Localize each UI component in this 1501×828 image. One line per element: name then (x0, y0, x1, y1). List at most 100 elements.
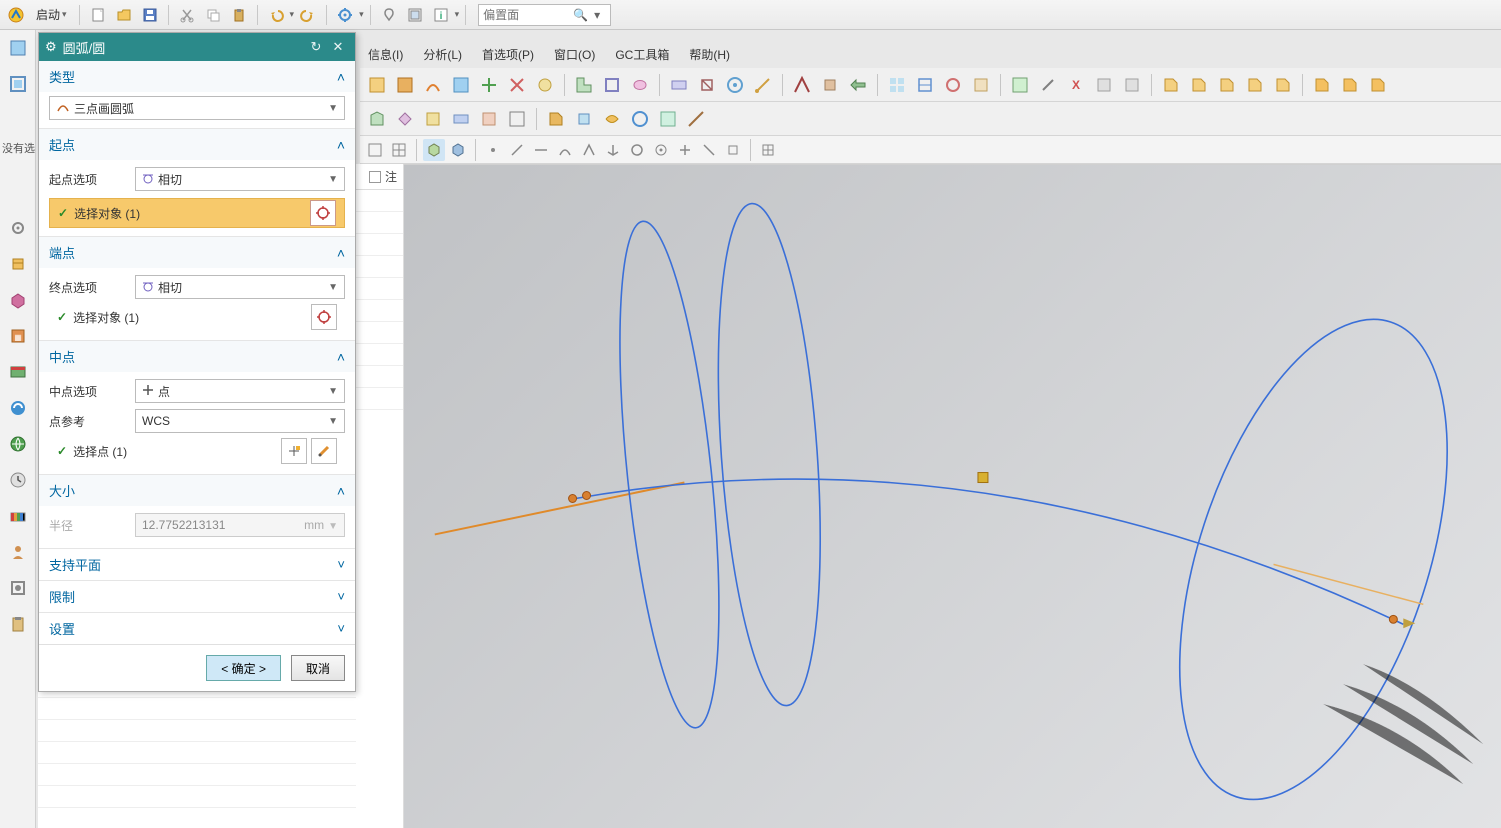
start-option-select[interactable]: 相切 ▼ (135, 167, 345, 191)
ribbon-icon[interactable] (1214, 72, 1240, 98)
ribbon-icon[interactable] (694, 72, 720, 98)
ribbon-icon[interactable]: X (1063, 72, 1089, 98)
open-file-icon[interactable] (112, 3, 136, 27)
section-settings[interactable]: 设置˅ (39, 612, 355, 644)
snap-icon[interactable] (722, 139, 744, 161)
search-icon[interactable]: 🔍 (573, 8, 588, 22)
redo-icon[interactable] (296, 3, 320, 27)
undo-icon[interactable] (264, 3, 288, 27)
resource-icon[interactable] (4, 34, 32, 62)
undo-dropdown[interactable]: ▾ (290, 9, 295, 20)
section-start-header[interactable]: 起点˄ (39, 128, 355, 160)
tool-options-icon[interactable] (333, 3, 357, 27)
ribbon-icon[interactable] (1365, 72, 1391, 98)
ribbon-icon[interactable] (940, 72, 966, 98)
table-row[interactable] (356, 366, 403, 388)
snap-icon[interactable] (674, 139, 696, 161)
end-option-select[interactable]: 相切 ▼ (135, 275, 345, 299)
ribbon-icon[interactable] (1270, 72, 1296, 98)
ribbon-icon[interactable] (420, 72, 446, 98)
table-row[interactable] (38, 786, 397, 808)
menu-window[interactable]: 窗口(O) (546, 44, 603, 65)
ribbon-icon[interactable] (476, 72, 502, 98)
snap-icon[interactable] (650, 139, 672, 161)
ribbon-icon[interactable] (476, 106, 502, 132)
table-row[interactable] (356, 388, 403, 410)
start-select-object-row[interactable]: ✓ 选择对象 (1) (49, 198, 345, 228)
info-panel-icon[interactable]: i (429, 3, 453, 27)
point-constructor-button[interactable] (281, 438, 307, 464)
hd3d-icon[interactable] (4, 394, 32, 422)
menu-preferences[interactable]: 首选项(P) (474, 44, 542, 65)
mid-ref-select[interactable]: WCS ▼ (135, 409, 345, 433)
section-type-header[interactable]: 类型˄ (39, 61, 355, 92)
view-icon[interactable] (388, 139, 410, 161)
tool-options-dropdown[interactable]: ▾ (359, 9, 364, 20)
ribbon-icon[interactable] (1119, 72, 1145, 98)
table-row[interactable] (38, 764, 397, 786)
grid-icon[interactable] (757, 139, 779, 161)
shaded-icon[interactable] (423, 139, 445, 161)
roles-icon[interactable] (4, 538, 32, 566)
section-end-header[interactable]: 端点˄ (39, 236, 355, 268)
section-size-header[interactable]: 大小˄ (39, 474, 355, 506)
table-row[interactable] (356, 234, 403, 256)
ribbon-icon[interactable] (532, 72, 558, 98)
type-select[interactable]: 三点画圆弧 ▼ (49, 96, 345, 120)
command-search[interactable]: 🔍 ▾ (478, 4, 611, 26)
ribbon-icon[interactable] (571, 72, 597, 98)
cancel-button[interactable]: 取消 (291, 655, 345, 681)
window-layout-icon[interactable] (403, 3, 427, 27)
ribbon-icon[interactable] (392, 106, 418, 132)
table-row[interactable] (356, 190, 403, 212)
ribbon-icon[interactable] (655, 106, 681, 132)
clipboard-icon[interactable] (4, 610, 32, 638)
end-select-object-row[interactable]: ✓ 选择对象 (1) (49, 302, 345, 332)
snap-icon[interactable] (530, 139, 552, 161)
constraint-navigator-icon[interactable]: ▦ (4, 322, 32, 350)
menu-analyze[interactable]: 分析(L) (415, 44, 470, 65)
ribbon-icon[interactable] (599, 106, 625, 132)
paste-icon[interactable] (227, 3, 251, 27)
gear-icon[interactable] (4, 214, 32, 242)
save-icon[interactable] (138, 3, 162, 27)
menu-info[interactable]: 信息(I) (360, 44, 411, 65)
table-row[interactable] (38, 720, 397, 742)
ribbon-icon[interactable] (845, 72, 871, 98)
snap-icon[interactable] (698, 139, 720, 161)
ribbon-icon[interactable] (789, 72, 815, 98)
ribbon-icon[interactable] (1186, 72, 1212, 98)
ribbon-icon[interactable] (364, 72, 390, 98)
ribbon-icon[interactable] (968, 72, 994, 98)
ribbon-icon[interactable] (448, 72, 474, 98)
ribbon-icon[interactable] (392, 72, 418, 98)
ribbon-icon[interactable] (1309, 72, 1335, 98)
ribbon-icon[interactable] (504, 72, 530, 98)
table-row[interactable] (356, 322, 403, 344)
info-dropdown[interactable]: ▾ (455, 9, 460, 20)
browser-icon[interactable] (4, 430, 32, 458)
table-row[interactable] (356, 256, 403, 278)
search-dropdown[interactable]: ▾ (588, 8, 606, 22)
copy-icon[interactable] (201, 3, 225, 27)
ribbon-icon[interactable] (448, 106, 474, 132)
ribbon-icon[interactable] (1007, 72, 1033, 98)
menu-help[interactable]: 帮助(H) (681, 44, 738, 65)
ribbon-icon[interactable] (543, 106, 569, 132)
point-dialog-button[interactable] (311, 438, 337, 464)
mid-select-point-row[interactable]: ✓ 选择点 (1) (49, 436, 345, 466)
system-icon[interactable] (4, 574, 32, 602)
ribbon-icon[interactable] (1158, 72, 1184, 98)
snap-icon[interactable] (578, 139, 600, 161)
snap-icon[interactable] (482, 139, 504, 161)
dialog-titlebar[interactable]: ⚙ 圆弧/圆 ↻ ✕ (39, 33, 355, 61)
ribbon-icon[interactable] (571, 106, 597, 132)
section-support-plane[interactable]: 支持平面˅ (39, 548, 355, 580)
dialog-close-icon[interactable]: ✕ (327, 36, 349, 58)
start-target-button[interactable] (310, 200, 336, 226)
reuse-library-icon[interactable] (4, 358, 32, 386)
table-row[interactable] (356, 300, 403, 322)
new-file-icon[interactable] (86, 3, 110, 27)
wireframe-icon[interactable] (447, 139, 469, 161)
ribbon-icon[interactable] (884, 72, 910, 98)
